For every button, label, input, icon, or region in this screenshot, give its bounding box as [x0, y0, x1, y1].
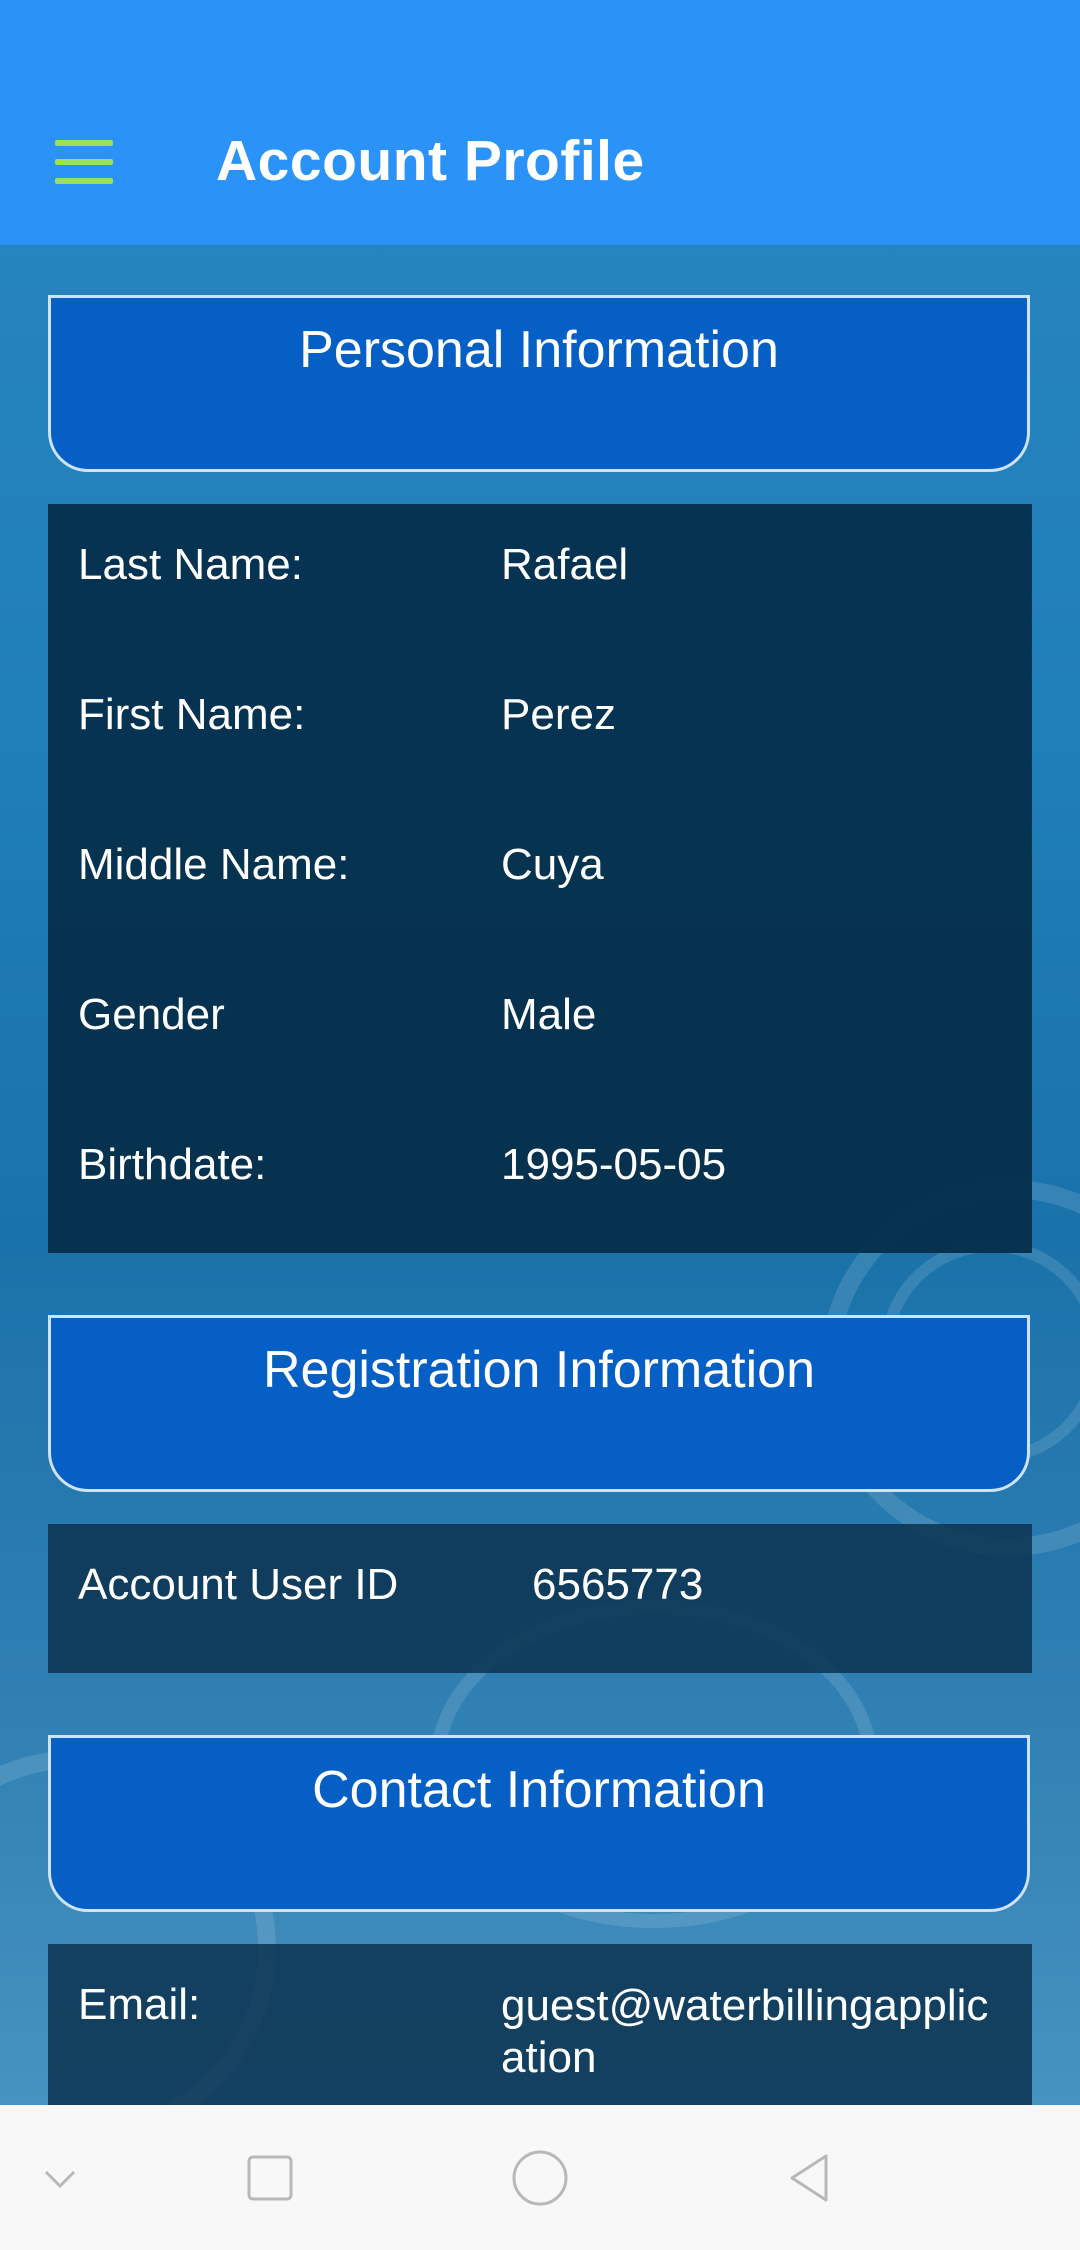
email-label: Email:	[78, 1980, 201, 2029]
first-name-value: Perez	[501, 690, 616, 739]
registration-information-panel: Account User ID 6565773	[48, 1524, 1032, 1673]
birthdate-label: Birthdate:	[78, 1140, 267, 1189]
account-user-id-row: Account User ID 6565773	[48, 1560, 1032, 1640]
contact-information-header: Contact Information	[48, 1735, 1030, 1912]
system-navigation-bar	[0, 2105, 1080, 2250]
middle-name-value: Cuya	[501, 840, 604, 889]
personal-information-panel: Last Name: Rafael First Name: Perez Midd…	[48, 504, 1032, 1253]
birthdate-value: 1995-05-05	[501, 1140, 727, 1189]
app-bar: Account Profile	[0, 0, 1080, 245]
account-user-id-label: Account User ID	[78, 1560, 399, 1609]
account-profile-screen: Account Profile Personal Information Las…	[0, 0, 1080, 2250]
registration-information-header: Registration Information	[48, 1315, 1030, 1492]
birthdate-row: Birthdate: 1995-05-05	[48, 1140, 1032, 1220]
chevron-down-icon[interactable]	[0, 2105, 120, 2250]
last-name-value: Rafael	[501, 540, 629, 589]
recents-square-icon[interactable]	[210, 2105, 330, 2250]
gender-row: Gender Male	[48, 990, 1032, 1070]
page-title: Account Profile	[216, 129, 645, 193]
first-name-row: First Name: Perez	[48, 690, 1032, 770]
contact-information-panel: Email: guest@waterbillingapplication	[48, 1944, 1032, 2105]
last-name-row: Last Name: Rafael	[48, 540, 1032, 620]
personal-information-header: Personal Information	[48, 295, 1030, 472]
account-user-id-value: 6565773	[532, 1560, 704, 1609]
home-circle-icon[interactable]	[480, 2105, 600, 2250]
gender-label: Gender	[78, 990, 225, 1039]
gender-value: Male	[501, 990, 597, 1039]
first-name-label: First Name:	[78, 690, 306, 739]
middle-name-label: Middle Name:	[78, 840, 350, 889]
back-triangle-icon[interactable]	[750, 2105, 870, 2250]
hamburger-menu-icon[interactable]	[55, 140, 113, 184]
last-name-label: Last Name:	[78, 540, 303, 589]
middle-name-row: Middle Name: Cuya	[48, 840, 1032, 920]
email-value: guest@waterbillingapplication	[501, 1981, 989, 2080]
